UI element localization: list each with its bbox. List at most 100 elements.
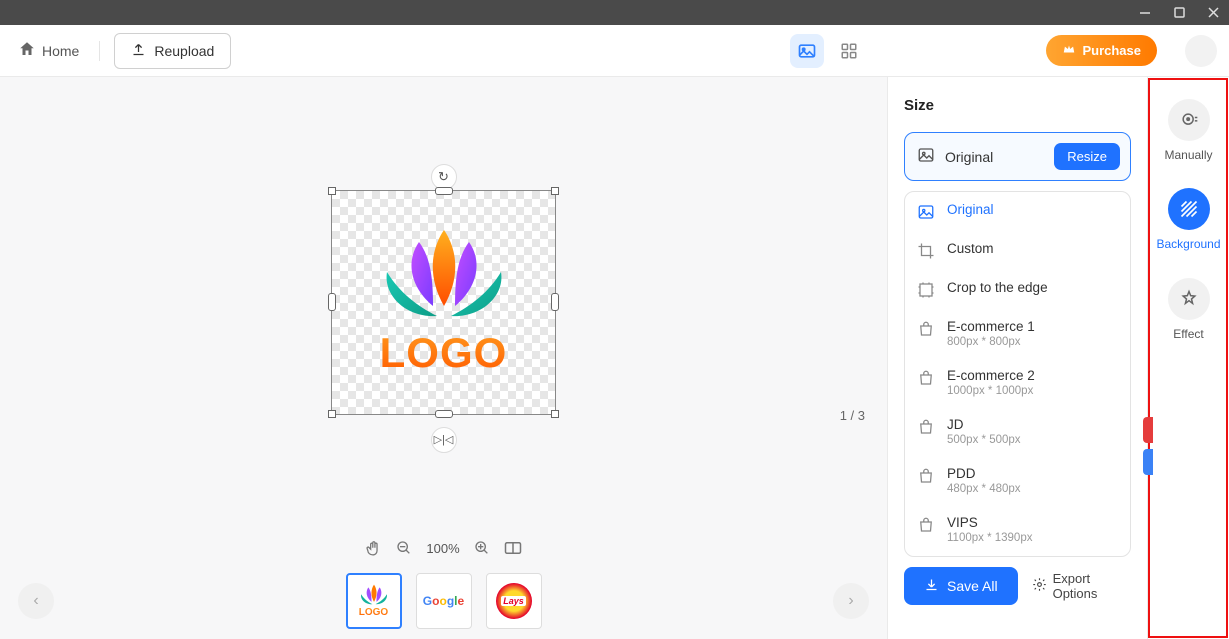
toolbar-divider <box>99 41 100 61</box>
size-option-5[interactable]: JD500px * 500px <box>905 407 1130 456</box>
save-all-button[interactable]: Save All <box>904 567 1018 605</box>
size-option-icon <box>917 467 935 485</box>
tool-effect-label: Effect <box>1169 327 1207 341</box>
tool-rail: Manually Background Effect <box>1147 77 1229 639</box>
grid-view-button[interactable] <box>832 34 866 68</box>
purchase-button[interactable]: Purchase <box>1046 35 1157 66</box>
rotate-icon: ↻ <box>438 169 449 185</box>
resize-handle-se[interactable] <box>551 410 559 418</box>
resize-label: Resize <box>1067 149 1107 164</box>
size-option-0[interactable]: Original <box>905 192 1130 231</box>
tool-effect[interactable]: Effect <box>1148 274 1229 345</box>
resize-handle-e[interactable] <box>551 293 559 311</box>
size-option-label: Crop to the edge <box>947 280 1048 295</box>
tool-manually-label: Manually <box>1160 148 1216 162</box>
zoom-out-button[interactable] <box>396 540 412 556</box>
size-option-sub: 1100px * 1390px <box>947 532 1032 544</box>
resize-handle-sw[interactable] <box>328 410 336 418</box>
resize-handle-w[interactable] <box>328 293 336 311</box>
effect-icon <box>1168 278 1210 320</box>
download-icon <box>924 577 939 595</box>
tool-background-label: Background <box>1152 237 1224 251</box>
thumbnail-1[interactable]: LOGO <box>346 573 402 629</box>
logo-text: LOGO <box>380 329 508 377</box>
size-options-list[interactable]: Original Custom Crop to the edge E-commerce… <box>904 191 1131 557</box>
size-option-7[interactable]: VIPS 1100px * 1390px <box>905 505 1130 554</box>
size-option-icon <box>917 320 935 338</box>
thumbnail-strip: ‹ LOGO Google Lays › <box>0 569 887 639</box>
export-options-label: Export Options <box>1053 571 1131 601</box>
size-option-3[interactable]: E-commerce 1 800px * 800px <box>905 309 1130 358</box>
size-option-6[interactable]: PDD480px * 480px <box>905 456 1130 505</box>
size-option-label: E-commerce 2 <box>947 368 1035 383</box>
compare-view-button[interactable] <box>504 540 522 556</box>
size-option-sub: 800px * 800px <box>947 336 1035 348</box>
size-option-2[interactable]: Crop to the edge <box>905 270 1130 309</box>
export-options-button[interactable]: Export Options <box>1032 571 1131 601</box>
single-view-button[interactable] <box>790 34 824 68</box>
size-option-1[interactable]: Custom <box>905 231 1130 270</box>
purchase-label: Purchase <box>1082 43 1141 58</box>
artboard[interactable]: LOGO <box>331 190 556 415</box>
artboard-selection[interactable]: ↻ <box>331 190 556 415</box>
window-titlebar <box>0 0 1229 25</box>
size-option-sub: 1000px * 1000px <box>947 385 1035 397</box>
size-option-4[interactable]: E-commerce 2 1000px * 1000px <box>905 358 1130 407</box>
pan-tool-icon[interactable] <box>365 540 382 557</box>
lays-thumb-icon: Lays <box>496 583 532 619</box>
thumbnail-1-label: LOGO <box>359 607 388 618</box>
color-peek-blue[interactable] <box>1143 449 1153 475</box>
size-option-label: E-commerce 1 <box>947 319 1035 334</box>
resize-handle-s[interactable] <box>435 410 453 418</box>
page-indicator: 1 / 3 <box>840 408 865 423</box>
size-option-label: Custom <box>947 241 994 256</box>
top-toolbar: Home Reupload Purchase <box>0 25 1229 77</box>
thumbnail-3[interactable]: Lays <box>486 573 542 629</box>
home-icon <box>18 40 36 61</box>
home-button[interactable]: Home <box>12 36 85 65</box>
canvas-controls: 100% <box>0 527 887 569</box>
size-panel: Size Original Resize Original Custom Crop … <box>887 77 1147 639</box>
reupload-button[interactable]: Reupload <box>114 33 231 69</box>
lotus-thumb-icon <box>357 584 391 606</box>
view-mode-group <box>790 34 866 68</box>
crown-icon <box>1062 42 1076 59</box>
tool-manually[interactable]: Manually <box>1148 95 1229 166</box>
image-icon <box>917 146 935 167</box>
size-option-8[interactable]: douyin600px * 800px <box>905 554 1130 557</box>
size-option-icon <box>917 369 935 387</box>
color-peek-red[interactable] <box>1143 417 1153 443</box>
window-minimize-button[interactable] <box>1137 5 1153 21</box>
resize-handle-n[interactable] <box>435 187 453 195</box>
window-maximize-button[interactable] <box>1171 5 1187 21</box>
user-avatar[interactable] <box>1185 35 1217 67</box>
prev-thumbnail-button[interactable]: ‹ <box>18 583 54 619</box>
resize-handle-nw[interactable] <box>328 187 336 195</box>
size-option-sub: 500px * 500px <box>947 434 1021 446</box>
size-option-sub: 480px * 480px <box>947 483 1021 495</box>
selected-size-label: Original <box>945 149 993 165</box>
panel-title: Size <box>904 97 1131 114</box>
background-icon <box>1168 188 1210 230</box>
manually-icon <box>1168 99 1210 141</box>
resize-button[interactable]: Resize <box>1054 143 1120 170</box>
size-option-label: VIPS <box>947 515 1032 530</box>
zoom-in-button[interactable] <box>474 540 490 556</box>
upload-icon <box>131 42 146 60</box>
color-peek <box>1143 417 1153 475</box>
size-option-icon <box>917 418 935 436</box>
thumbnail-2[interactable]: Google <box>416 573 472 629</box>
gear-icon <box>1032 577 1047 595</box>
next-thumbnail-button[interactable]: › <box>833 583 869 619</box>
window-close-button[interactable] <box>1205 5 1221 21</box>
tool-background[interactable]: Background <box>1148 184 1229 255</box>
size-option-icon <box>917 516 935 534</box>
flip-icon: ▷|◁ <box>434 433 454 446</box>
size-selector[interactable]: Original Resize <box>904 132 1131 181</box>
home-label: Home <box>42 43 79 59</box>
canvas-area: ↻ <box>0 77 887 639</box>
flip-handle[interactable]: ▷|◁ <box>431 427 457 453</box>
size-option-icon <box>917 281 935 299</box>
size-option-label: Original <box>947 202 994 217</box>
resize-handle-ne[interactable] <box>551 187 559 195</box>
